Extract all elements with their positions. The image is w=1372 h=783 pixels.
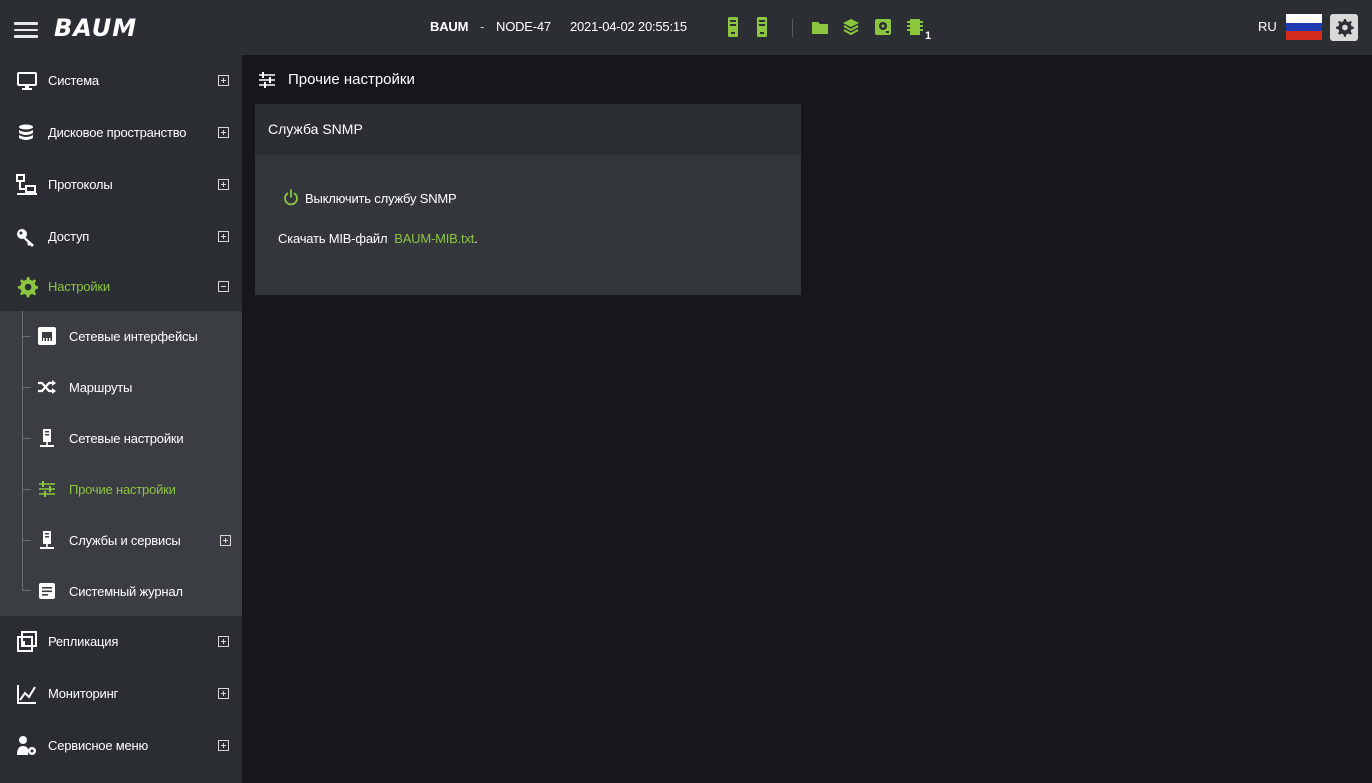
sidebar-item-system-log[interactable]: Системный журнал [0,566,242,617]
chart-icon [16,683,38,705]
expand-icon[interactable] [218,75,229,86]
mib-download-label: Скачать MIB-файл [278,231,388,246]
memory-chip-icon[interactable] [906,16,924,38]
expand-icon[interactable] [218,636,229,647]
server-icon [37,530,57,550]
disk-icon[interactable] [874,16,892,38]
sidebar-item-routes[interactable]: Маршруты [0,362,242,413]
expand-icon[interactable] [218,127,229,138]
page-title: Прочие настройки [288,71,415,88]
folder-icon[interactable] [811,16,829,38]
russian-flag-icon[interactable] [1286,14,1322,40]
sidebar-item-network-interfaces[interactable]: Сетевые интерфейсы [0,311,242,362]
memory-count-badge: 1 [925,30,932,42]
database-icon [16,122,38,144]
power-icon [283,189,299,212]
settings-gear-button[interactable] [1330,14,1358,41]
sidebar-item-label: Система [48,73,99,88]
card-header: Служба SNMP [255,104,801,155]
sidebar-item-label: Службы и сервисы [69,533,181,548]
expand-icon[interactable] [218,179,229,190]
sidebar-item-settings[interactable]: Настройки [0,263,242,311]
hamburger-menu-icon[interactable] [14,21,38,38]
sidebar-item-service-menu[interactable]: Сервисное меню [0,720,242,772]
collapse-icon[interactable] [218,281,229,292]
ethernet-port-icon [37,326,57,346]
mib-download-row: Скачать MIB-файл BAUM-MIB.txt. [278,231,478,246]
expand-icon[interactable] [218,740,229,751]
service-user-icon [16,735,38,757]
logo: BAUM [54,14,138,42]
layers-icon[interactable] [842,16,860,38]
disable-snmp-label: Выключить службу SNMP [305,191,457,206]
sidebar-item-replication[interactable]: Репликация [0,616,242,668]
header-node-name: NODE-47 [496,19,551,34]
sidebar-item-label: Сервисное меню [48,738,149,753]
header-datetime: 2021-04-02 20:55:15 [570,19,687,34]
header-separator: - [480,19,485,34]
network-icon [16,174,38,196]
sidebar-item-system[interactable]: Система [0,55,242,107]
settings-submenu: Сетевые интерфейсы Маршруты Сетевые наст… [0,311,242,616]
mib-suffix: . [474,231,478,246]
sidebar-item-label: Системный журнал [69,584,183,599]
card-title: Служба SNMP [268,121,363,137]
gear-icon [16,276,39,298]
header-brand: BAUM [430,19,469,34]
monitor-icon [16,70,38,92]
sidebar-item-network-settings[interactable]: Сетевые настройки [0,413,242,464]
sidebar-item-label: Протоколы [48,177,113,192]
key-icon [16,226,38,248]
sliders-icon [257,70,277,90]
sidebar-item-label: Прочие настройки [69,482,176,497]
top-header: BAUM BAUM - NODE-47 2021-04-02 20:55:15 … [0,0,1372,55]
document-icon [37,581,57,601]
header-divider [792,19,793,37]
replication-icon [16,631,38,653]
sidebar-item-label: Мониторинг [48,686,119,701]
sidebar-item-label: Дисковое пространство [48,125,187,140]
sidebar-item-access[interactable]: Доступ [0,211,242,263]
snmp-card: Служба SNMP Выключить службу SNMP Скачат… [255,104,801,295]
expand-icon[interactable] [218,231,229,242]
language-selector[interactable]: RU [1258,19,1277,34]
sidebar-item-protocols[interactable]: Протоколы [0,159,242,211]
sidebar-item-label: Репликация [48,634,119,649]
node-status-icon[interactable] [727,16,739,38]
shuffle-icon [37,377,57,397]
expand-icon[interactable] [220,535,231,546]
sliders-icon [37,479,57,499]
mib-file-link[interactable]: BAUM-MIB.txt [394,231,474,246]
sidebar-item-other-settings[interactable]: Прочие настройки [0,464,242,515]
sidebar-item-services[interactable]: Службы и сервисы [0,515,242,566]
sidebar-item-label: Доступ [48,229,90,244]
sidebar: Система Дисковое пространство Протоколы … [0,55,242,783]
expand-icon[interactable] [218,688,229,699]
node-status-icon[interactable] [756,16,768,38]
sidebar-item-label: Сетевые настройки [69,431,184,446]
sidebar-item-label: Настройки [48,279,110,294]
server-icon [37,428,57,448]
sidebar-item-label: Маршруты [69,380,133,395]
sidebar-item-disk-space[interactable]: Дисковое пространство [0,107,242,159]
sidebar-item-label: Сетевые интерфейсы [69,329,198,344]
sidebar-item-monitoring[interactable]: Мониторинг [0,668,242,720]
